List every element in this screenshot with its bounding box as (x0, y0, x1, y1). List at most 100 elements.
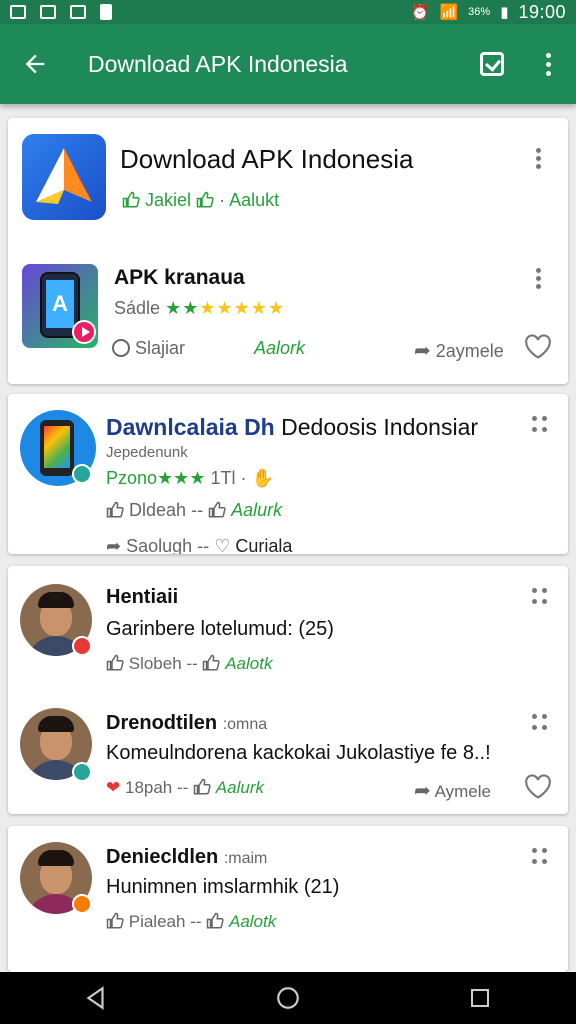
app-logo (22, 134, 106, 220)
overflow-menu-button[interactable] (520, 24, 576, 104)
grid-menu-icon[interactable] (532, 848, 548, 864)
grid-menu-icon[interactable] (532, 416, 548, 432)
action-label: Aalukt (229, 190, 280, 210)
left-action-label: Slajiar (135, 338, 186, 358)
circle-home-icon (277, 987, 299, 1009)
comments-card: Hentiaii Garinbere lotelumud: (25) Slobe… (8, 566, 568, 814)
verified-icon (72, 464, 92, 484)
article-row2[interactable]: ➦ Saolugh -- ♡ Curiala (106, 536, 292, 554)
clock: 19:00 (518, 1, 566, 22)
sub-app-name: APK kranaua (114, 266, 245, 289)
left-action: Slobeh (128, 654, 182, 673)
sub-app-left-action[interactable]: Slajiar (112, 338, 185, 359)
left-action: 18pah (124, 778, 173, 797)
more-vert-icon[interactable] (536, 268, 541, 289)
play-icon (72, 320, 96, 344)
thumb-up-icon (106, 912, 124, 930)
comment-author-row[interactable]: Deniecldlen :maim (106, 846, 267, 869)
heart-fill-icon: ❤ (106, 778, 121, 797)
heart-button[interactable] (524, 334, 552, 365)
alarm-icon: ⏰ (410, 4, 430, 21)
badge-icon (72, 894, 92, 914)
info-icon (112, 339, 130, 357)
sep: -- (177, 778, 189, 797)
thumb-up-icon (193, 778, 211, 796)
comment-handle: :omna (222, 716, 268, 733)
share-button[interactable]: ➦ Aymele (414, 778, 491, 803)
rating-label: Pzono (106, 468, 158, 488)
more-vert-icon[interactable] (536, 148, 541, 169)
separator: · (219, 190, 226, 210)
status-bar: ⏰ 📶 36% ▮ 19:00 (0, 0, 576, 24)
share-icon: ➦ (106, 536, 122, 554)
system-nav-bar (0, 972, 576, 1024)
comments-card: Deniecldlen :maim Hunimnen imslarmhik (2… (8, 826, 568, 972)
share-icon: ➦ (414, 340, 431, 362)
grid-menu-icon[interactable] (532, 714, 548, 730)
heart-icon (525, 334, 551, 359)
share-label: 2aymele (435, 341, 504, 361)
app-card[interactable]: Download APK Indonesia Jakiel · Aalukt A… (8, 118, 568, 384)
check-icon (70, 5, 86, 19)
back-button[interactable] (0, 24, 70, 104)
comment-author[interactable]: Hentiaii (106, 586, 178, 609)
share-button[interactable]: ➦ 2aymele (414, 338, 504, 363)
heart-icon (525, 774, 551, 799)
triangle-back-icon (86, 986, 104, 1010)
comment-actions[interactable]: Slobeh -- Aalotk (106, 654, 272, 674)
nav-home-button[interactable] (258, 972, 318, 1024)
arrow-logo-icon (36, 148, 92, 204)
comment-author: Drenodtilen (106, 712, 218, 734)
thumb-up-icon (202, 654, 221, 672)
row1-sep: -- (191, 500, 204, 520)
check-square-icon (480, 52, 504, 76)
article-title: Dawnlcalaia Dh Dedoosis Indonsiar (106, 414, 478, 441)
rating-label: Sádle (114, 298, 161, 318)
verified-icon (72, 762, 92, 782)
app-title: Download APK Indonesia (120, 144, 414, 174)
comment-author-row[interactable]: Drenodtilen :omna (106, 712, 267, 735)
rating-count: 1Tl (210, 468, 236, 488)
square-recents-icon (471, 989, 489, 1007)
thumb-up-icon (208, 501, 226, 519)
thumb-up-icon (196, 191, 214, 209)
comment-author: Deniecldlen (106, 846, 219, 868)
comment-handle: :maim (223, 850, 268, 867)
green-action: Aalurk (215, 778, 264, 797)
wifi-icon: 📶 (439, 4, 459, 21)
star-rating: ★★★★★★★ (165, 298, 286, 318)
battery-percent: 36% (468, 6, 491, 18)
heart-button[interactable] (524, 774, 552, 805)
page-title: Download APK Indonesia (88, 50, 348, 77)
gallery-icon (10, 5, 26, 19)
nav-back-button[interactable] (66, 972, 126, 1024)
verify-button[interactable] (464, 24, 520, 104)
title-bold: Dawnlcalaia Dh (106, 414, 275, 440)
mail-icon (40, 5, 56, 19)
share-icon: ➦ (414, 780, 431, 802)
heart-icon: ♡ (214, 536, 231, 554)
row1-right: Aalurk (231, 500, 283, 520)
row2-left: Saolugh (126, 536, 193, 554)
sep: -- (186, 654, 198, 673)
sub-app-green-action[interactable]: Aalork (254, 338, 305, 359)
app-bar: Download APK Indonesia (0, 24, 576, 104)
thumb-up-icon (106, 501, 124, 519)
row2-right: Curiala (235, 536, 293, 554)
comment-actions[interactable]: ❤ 18pah -- Aalurk (106, 778, 264, 798)
battery-icon: ▮ (500, 4, 509, 21)
green-action: Aalotk (228, 912, 277, 931)
row2-sep: -- (197, 536, 210, 554)
left-action: Pialeah (128, 912, 186, 931)
green-action: Aalotk (225, 654, 273, 673)
nav-recents-button[interactable] (450, 972, 510, 1024)
article-row1[interactable]: Dldeah -- Aalurk (106, 500, 282, 521)
article-card[interactable]: Dawnlcalaia Dh Dedoosis Indonsiar Jepede… (8, 394, 568, 554)
comment-text: Garinbere lotelumud: (25) (106, 618, 334, 640)
like-row[interactable]: Jakiel · Aalukt (122, 190, 279, 211)
comment-text: Komeulndorena kackokai Jukolastiye fe 8.… (106, 742, 491, 764)
comment-actions[interactable]: Pialeah -- Aalotk (106, 912, 276, 932)
more-vert-icon (545, 52, 551, 76)
thumb-up-icon (122, 191, 140, 209)
grid-menu-icon[interactable] (532, 588, 548, 604)
